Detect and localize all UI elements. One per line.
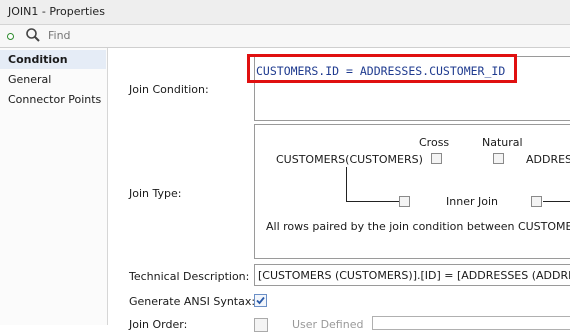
connector-line (346, 167, 347, 202)
right-outer-join-checkbox[interactable] (531, 196, 542, 207)
search-input[interactable]: Find (48, 29, 71, 42)
cross-label: Cross (419, 136, 450, 149)
left-table-label: CUSTOMERS(CUSTOMERS) (276, 153, 423, 166)
sidebar-item-connector-points[interactable]: Connector Points (0, 90, 106, 109)
connector-line (346, 201, 399, 202)
join-type-panel (254, 124, 570, 259)
technical-description-label: Technical Description: (129, 270, 250, 283)
search-icon[interactable] (25, 27, 41, 43)
title-bar: JOIN1 - Properties (0, 0, 570, 25)
right-table-label: ADDRES (526, 153, 570, 166)
join-description: All rows paired by the join condition be… (266, 220, 570, 233)
generate-ansi-label: Generate ANSI Syntax: (129, 295, 256, 308)
sidebar: Condition General Connector Points (0, 48, 108, 325)
join-type-label: Join Type: (129, 187, 182, 200)
natural-join-checkbox[interactable] (493, 153, 504, 164)
search-bar: Find (0, 25, 570, 48)
cross-join-checkbox[interactable] (431, 153, 442, 164)
natural-label: Natural (482, 136, 523, 149)
user-defined-checkbox[interactable] (254, 318, 268, 332)
inner-join-label: Inner Join (446, 195, 498, 208)
technical-description-value: [CUSTOMERS (CUSTOMERS)].[ID] = [ADDRESSE… (258, 269, 570, 282)
generate-ansi-checkbox[interactable] (254, 294, 267, 307)
join-condition-label: Join Condition: (129, 83, 209, 96)
sidebar-item-general[interactable]: General (0, 70, 106, 89)
join-order-field[interactable] (372, 316, 570, 330)
window-title: JOIN1 - Properties (8, 5, 105, 18)
status-dot-icon (7, 33, 14, 40)
connector-line (543, 201, 570, 202)
highlight-box (247, 54, 517, 83)
left-outer-join-checkbox[interactable] (399, 196, 410, 207)
sidebar-item-condition[interactable]: Condition (0, 50, 106, 69)
check-icon (256, 296, 265, 305)
